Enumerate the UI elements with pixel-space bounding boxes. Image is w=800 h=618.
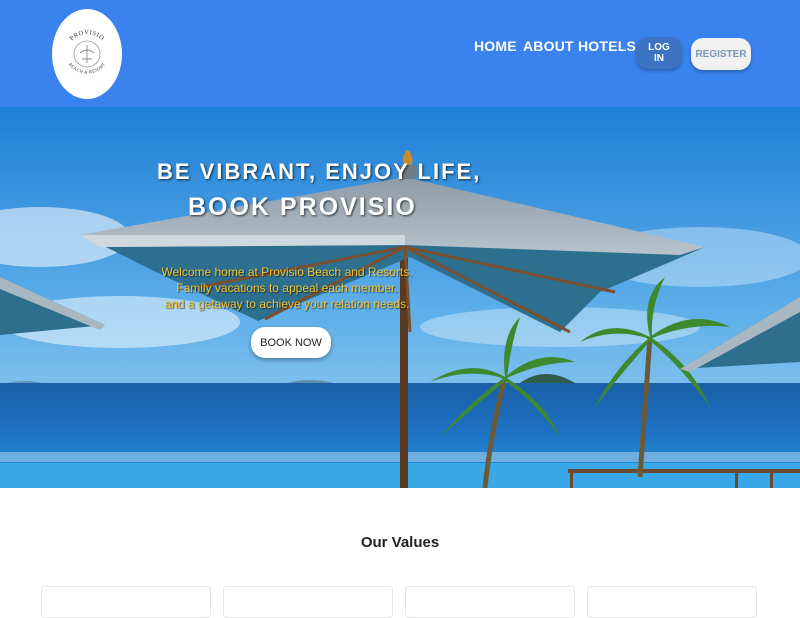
svg-text:PROVISIO: PROVISIO	[68, 29, 105, 42]
hero-banner: BE VIBRANT, ENJOY LIFE, BOOK PROVISIO We…	[0, 107, 800, 488]
values-heading: Our Values	[360, 534, 440, 551]
hero-text-line: and a getaway to achieve your relation n…	[164, 297, 410, 311]
svg-text:BEACH & RESORT: BEACH & RESORT	[68, 62, 106, 75]
hero-text-line: Welcome home at Provisio Beach and Resor…	[161, 265, 413, 279]
hero-title-line1: BE VIBRANT, ENJOY LIFE,	[157, 159, 482, 184]
value-card	[223, 586, 393, 618]
nav-home-link[interactable]: HOME	[474, 38, 517, 54]
register-button[interactable]: REGISTER	[691, 38, 751, 70]
value-card	[405, 586, 575, 618]
hero-text-line: Family vacations to appeal each member.	[176, 281, 398, 295]
book-now-button[interactable]: BOOK NOW	[251, 327, 331, 358]
hero-title-line2: BOOK PROVISIO	[188, 193, 417, 221]
login-button[interactable]: LOG IN	[636, 37, 682, 69]
nav-about-link[interactable]: ABOUT	[523, 38, 574, 54]
brand-logo[interactable]: PROVISIO BEACH & RESORT	[52, 9, 122, 99]
logo-bottom-text: BEACH & RESORT	[68, 62, 106, 75]
value-card	[587, 586, 757, 618]
value-card	[41, 586, 211, 618]
nav-hotels-link[interactable]: HOTELS	[578, 38, 636, 54]
logo-top-text: PROVISIO	[68, 29, 105, 42]
logo-emblem-icon: PROVISIO BEACH & RESORT	[68, 29, 106, 75]
navbar: PROVISIO BEACH & RESORT HOME ABOUT HOTEL…	[0, 0, 800, 107]
hero-description: Welcome home at Provisio Beach and Resor…	[155, 264, 419, 312]
